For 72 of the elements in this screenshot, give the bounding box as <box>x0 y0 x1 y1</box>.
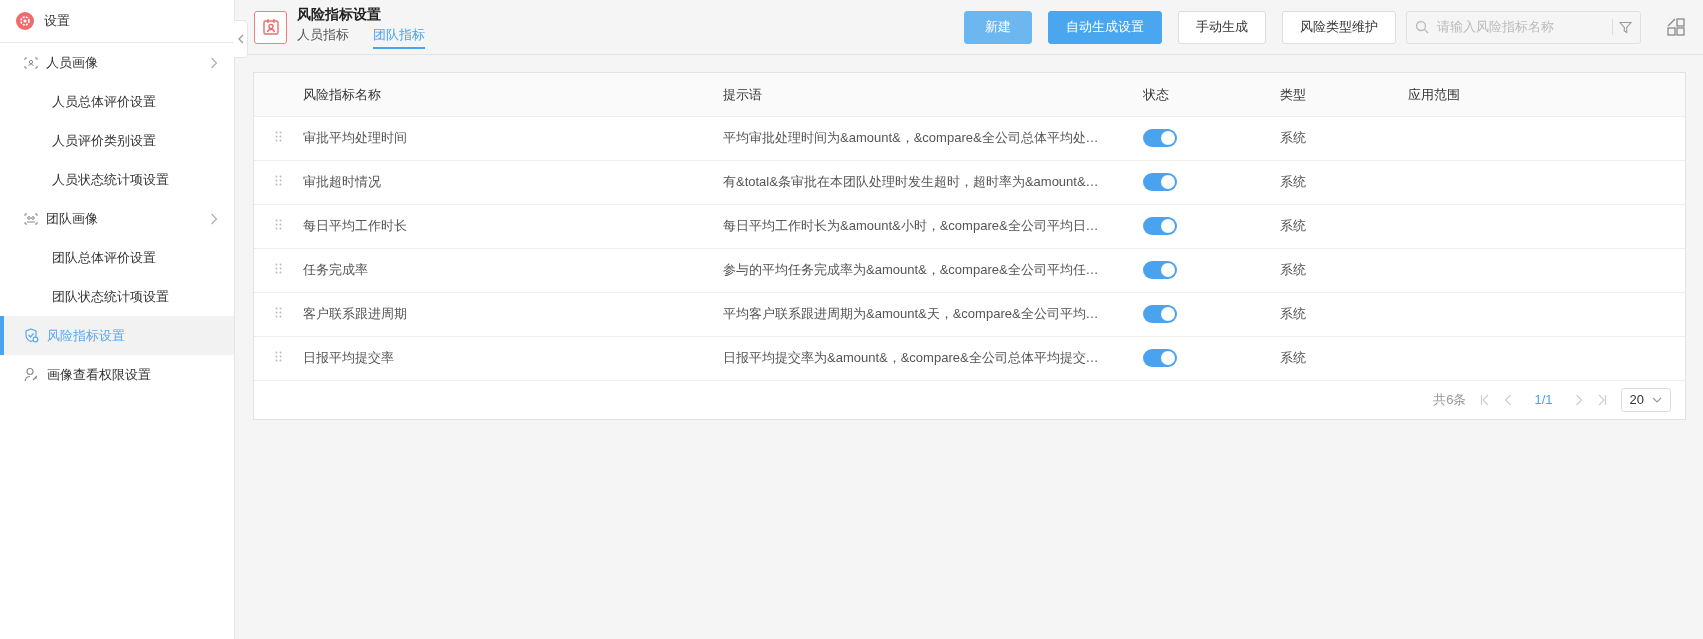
drag-handle-icon[interactable] <box>274 351 282 363</box>
toggle-switch[interactable] <box>1143 173 1177 191</box>
toggle-switch[interactable] <box>1143 217 1177 235</box>
caret-down-icon <box>1652 396 1662 403</box>
table-cell: 客户联系跟进周期 <box>303 306 407 322</box>
menu-label: 画像查看权限设置 <box>47 365 151 384</box>
table-cell: 系统 <box>1280 350 1306 366</box>
chevron-right-icon <box>210 56 220 69</box>
gear-logo-icon <box>16 12 34 30</box>
shield-check-icon <box>24 328 39 343</box>
layout-grid-icon[interactable] <box>1667 18 1685 36</box>
column-header: 状态 <box>1143 86 1169 102</box>
toggle-switch[interactable] <box>1143 261 1177 279</box>
drag-handle-icon[interactable] <box>274 175 282 187</box>
last-page-icon[interactable] <box>1596 393 1607 406</box>
table-cell: 每日平均工作时长为&amount&小时，&compare&全公司平均日… <box>723 218 1099 234</box>
page-title: 风险指标设置 <box>297 4 382 23</box>
next-page-icon[interactable] <box>1574 393 1583 406</box>
sidebar-subitem[interactable]: 团队状态统计项设置 <box>0 277 234 316</box>
drag-handle-icon[interactable] <box>274 131 282 143</box>
sidebar-title: 设置 <box>44 12 70 31</box>
table-cell: 任务完成率 <box>303 262 368 278</box>
sidebar-item[interactable]: 画像查看权限设置 <box>0 355 234 394</box>
table-cell: 参与的平均任务完成率为&amount&，&compare&全公司平均任… <box>723 262 1099 278</box>
toolbar-button[interactable]: 风险类型维护 <box>1282 10 1396 44</box>
sidebar-subitem[interactable]: 团队总体评价设置 <box>0 238 234 277</box>
chevron-right-icon <box>210 212 220 225</box>
table-cell: 系统 <box>1280 262 1306 278</box>
column-header: 应用范围 <box>1408 86 1460 102</box>
toolbar-button[interactable]: 手动生成 <box>1178 10 1266 44</box>
menu-label: 团队画像 <box>46 209 98 228</box>
page-indicator: 1/1 <box>1534 390 1553 409</box>
tab[interactable]: 人员指标 <box>297 22 349 50</box>
filter-icon[interactable] <box>1619 20 1632 34</box>
sidebar-subitem[interactable]: 人员总体评价设置 <box>0 82 234 121</box>
page-size-select[interactable]: 20 <box>1620 387 1671 412</box>
table-cell: 系统 <box>1280 218 1306 234</box>
person-frame-icon <box>24 56 38 69</box>
sidebar-subitem[interactable]: 人员评价类别设置 <box>0 121 234 160</box>
sidebar-item[interactable]: 团队画像 <box>0 199 234 238</box>
table-cell: 日报平均提交率为&amount&，&compare&全公司总体平均提交… <box>723 350 1099 366</box>
table-cell: 审批超时情况 <box>303 174 381 190</box>
table-cell: 平均客户联系跟进周期为&amount&天，&compare&全公司平均… <box>723 306 1099 322</box>
table-cell: 平均审批处理时间为&amount&，&compare&全公司总体平均处… <box>723 130 1099 146</box>
table-cell: 有&total&条审批在本团队处理时发生超时，超时率为&amount&… <box>723 174 1099 190</box>
collapse-handle[interactable] <box>234 20 248 58</box>
toggle-switch[interactable] <box>1143 305 1177 323</box>
table-cell: 每日平均工作时长 <box>303 218 407 234</box>
drag-handle-icon[interactable] <box>274 219 282 231</box>
column-header: 提示语 <box>723 86 762 102</box>
table-cell: 系统 <box>1280 306 1306 322</box>
table-cell: 系统 <box>1280 174 1306 190</box>
search-icon <box>1415 20 1429 34</box>
table-cell: 审批平均处理时间 <box>303 130 407 146</box>
user-key-icon <box>24 367 39 382</box>
sidebar-subitem[interactable]: 人员状态统计项设置 <box>0 160 234 199</box>
previous-page-icon[interactable] <box>1504 393 1513 406</box>
menu-label: 人员画像 <box>46 53 98 72</box>
drag-handle-icon[interactable] <box>274 307 282 319</box>
first-page-icon[interactable] <box>1480 393 1491 406</box>
total-count: 共6条 <box>1433 390 1467 409</box>
column-header: 类型 <box>1280 86 1306 102</box>
table-cell: 系统 <box>1280 130 1306 146</box>
toggle-switch[interactable] <box>1143 129 1177 147</box>
calendar-person-icon <box>254 10 287 44</box>
column-header: 风险指标名称 <box>303 86 381 102</box>
menu-label: 风险指标设置 <box>47 326 125 345</box>
sidebar-item[interactable]: 人员画像 <box>0 43 234 82</box>
toggle-switch[interactable] <box>1143 349 1177 367</box>
drag-handle-icon[interactable] <box>274 263 282 275</box>
team-frame-icon <box>24 212 38 225</box>
table-cell: 日报平均提交率 <box>303 350 394 366</box>
